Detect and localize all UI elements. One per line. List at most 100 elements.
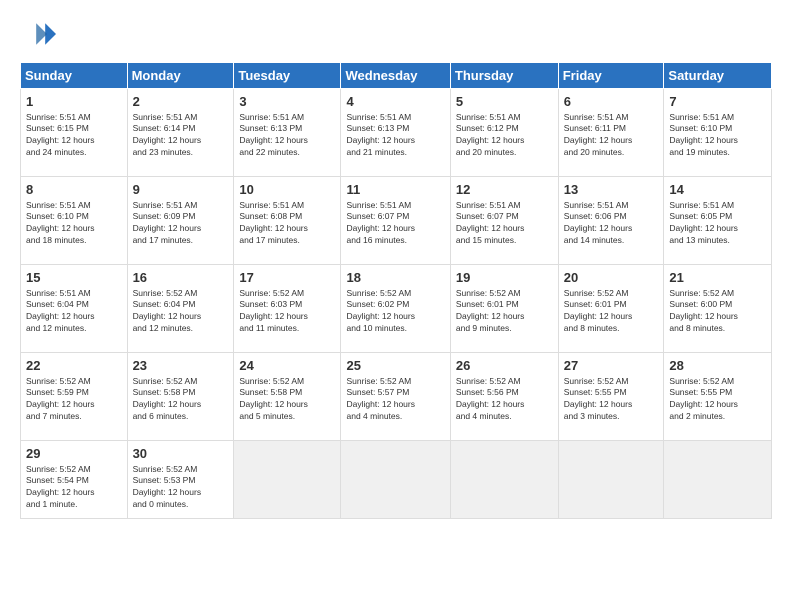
- weekday-header-monday: Monday: [127, 63, 234, 89]
- calendar-table: SundayMondayTuesdayWednesdayThursdayFrid…: [20, 62, 772, 519]
- day-info: Sunrise: 5:51 AMSunset: 6:08 PMDaylight:…: [239, 200, 335, 247]
- calendar-cell: 7Sunrise: 5:51 AMSunset: 6:10 PMDaylight…: [664, 89, 772, 177]
- weekday-header-wednesday: Wednesday: [341, 63, 450, 89]
- calendar-cell: 23Sunrise: 5:52 AMSunset: 5:58 PMDayligh…: [127, 353, 234, 441]
- calendar-week-5: 29Sunrise: 5:52 AMSunset: 5:54 PMDayligh…: [21, 441, 772, 519]
- calendar-cell: 9Sunrise: 5:51 AMSunset: 6:09 PMDaylight…: [127, 177, 234, 265]
- calendar-cell: 14Sunrise: 5:51 AMSunset: 6:05 PMDayligh…: [664, 177, 772, 265]
- day-number: 8: [26, 181, 122, 199]
- day-number: 18: [346, 269, 444, 287]
- day-info: Sunrise: 5:52 AMSunset: 6:02 PMDaylight:…: [346, 288, 444, 335]
- day-info: Sunrise: 5:52 AMSunset: 5:58 PMDaylight:…: [239, 376, 335, 423]
- day-info: Sunrise: 5:51 AMSunset: 6:11 PMDaylight:…: [564, 112, 659, 159]
- calendar-cell: 6Sunrise: 5:51 AMSunset: 6:11 PMDaylight…: [558, 89, 664, 177]
- day-number: 5: [456, 93, 553, 111]
- logo-icon: [20, 16, 56, 52]
- weekday-header-row: SundayMondayTuesdayWednesdayThursdayFrid…: [21, 63, 772, 89]
- day-number: 6: [564, 93, 659, 111]
- day-info: Sunrise: 5:52 AMSunset: 5:54 PMDaylight:…: [26, 464, 122, 511]
- day-number: 11: [346, 181, 444, 199]
- day-info: Sunrise: 5:52 AMSunset: 6:01 PMDaylight:…: [456, 288, 553, 335]
- calendar-cell: 1Sunrise: 5:51 AMSunset: 6:15 PMDaylight…: [21, 89, 128, 177]
- day-info: Sunrise: 5:51 AMSunset: 6:05 PMDaylight:…: [669, 200, 766, 247]
- page: SundayMondayTuesdayWednesdayThursdayFrid…: [0, 0, 792, 612]
- day-number: 20: [564, 269, 659, 287]
- day-number: 2: [133, 93, 229, 111]
- day-info: Sunrise: 5:52 AMSunset: 6:04 PMDaylight:…: [133, 288, 229, 335]
- calendar-cell: [664, 441, 772, 519]
- day-info: Sunrise: 5:52 AMSunset: 5:55 PMDaylight:…: [564, 376, 659, 423]
- calendar-week-1: 1Sunrise: 5:51 AMSunset: 6:15 PMDaylight…: [21, 89, 772, 177]
- day-number: 1: [26, 93, 122, 111]
- day-number: 16: [133, 269, 229, 287]
- day-info: Sunrise: 5:51 AMSunset: 6:13 PMDaylight:…: [346, 112, 444, 159]
- calendar-cell: 25Sunrise: 5:52 AMSunset: 5:57 PMDayligh…: [341, 353, 450, 441]
- day-info: Sunrise: 5:51 AMSunset: 6:04 PMDaylight:…: [26, 288, 122, 335]
- calendar-cell: 26Sunrise: 5:52 AMSunset: 5:56 PMDayligh…: [450, 353, 558, 441]
- calendar-cell: 2Sunrise: 5:51 AMSunset: 6:14 PMDaylight…: [127, 89, 234, 177]
- header: [20, 16, 772, 52]
- day-info: Sunrise: 5:52 AMSunset: 5:57 PMDaylight:…: [346, 376, 444, 423]
- day-info: Sunrise: 5:52 AMSunset: 5:55 PMDaylight:…: [669, 376, 766, 423]
- day-number: 7: [669, 93, 766, 111]
- calendar-cell: [558, 441, 664, 519]
- day-number: 19: [456, 269, 553, 287]
- day-info: Sunrise: 5:51 AMSunset: 6:07 PMDaylight:…: [456, 200, 553, 247]
- calendar-cell: 21Sunrise: 5:52 AMSunset: 6:00 PMDayligh…: [664, 265, 772, 353]
- day-number: 22: [26, 357, 122, 375]
- day-info: Sunrise: 5:51 AMSunset: 6:10 PMDaylight:…: [26, 200, 122, 247]
- day-info: Sunrise: 5:52 AMSunset: 5:53 PMDaylight:…: [133, 464, 229, 511]
- calendar-cell: [341, 441, 450, 519]
- day-info: Sunrise: 5:52 AMSunset: 6:03 PMDaylight:…: [239, 288, 335, 335]
- weekday-header-thursday: Thursday: [450, 63, 558, 89]
- calendar-cell: 24Sunrise: 5:52 AMSunset: 5:58 PMDayligh…: [234, 353, 341, 441]
- day-number: 4: [346, 93, 444, 111]
- day-number: 26: [456, 357, 553, 375]
- calendar-cell: 22Sunrise: 5:52 AMSunset: 5:59 PMDayligh…: [21, 353, 128, 441]
- calendar-cell: 17Sunrise: 5:52 AMSunset: 6:03 PMDayligh…: [234, 265, 341, 353]
- calendar-cell: 13Sunrise: 5:51 AMSunset: 6:06 PMDayligh…: [558, 177, 664, 265]
- day-number: 17: [239, 269, 335, 287]
- calendar-cell: 16Sunrise: 5:52 AMSunset: 6:04 PMDayligh…: [127, 265, 234, 353]
- weekday-header-saturday: Saturday: [664, 63, 772, 89]
- day-info: Sunrise: 5:51 AMSunset: 6:15 PMDaylight:…: [26, 112, 122, 159]
- calendar-cell: 15Sunrise: 5:51 AMSunset: 6:04 PMDayligh…: [21, 265, 128, 353]
- calendar-cell: 30Sunrise: 5:52 AMSunset: 5:53 PMDayligh…: [127, 441, 234, 519]
- calendar-cell: 29Sunrise: 5:52 AMSunset: 5:54 PMDayligh…: [21, 441, 128, 519]
- weekday-header-sunday: Sunday: [21, 63, 128, 89]
- calendar-cell: 19Sunrise: 5:52 AMSunset: 6:01 PMDayligh…: [450, 265, 558, 353]
- day-info: Sunrise: 5:51 AMSunset: 6:12 PMDaylight:…: [456, 112, 553, 159]
- calendar-cell: 11Sunrise: 5:51 AMSunset: 6:07 PMDayligh…: [341, 177, 450, 265]
- day-number: 29: [26, 445, 122, 463]
- calendar-cell: 27Sunrise: 5:52 AMSunset: 5:55 PMDayligh…: [558, 353, 664, 441]
- logo: [20, 16, 60, 52]
- day-info: Sunrise: 5:52 AMSunset: 6:00 PMDaylight:…: [669, 288, 766, 335]
- calendar-cell: 20Sunrise: 5:52 AMSunset: 6:01 PMDayligh…: [558, 265, 664, 353]
- day-info: Sunrise: 5:52 AMSunset: 5:58 PMDaylight:…: [133, 376, 229, 423]
- calendar-week-2: 8Sunrise: 5:51 AMSunset: 6:10 PMDaylight…: [21, 177, 772, 265]
- day-number: 24: [239, 357, 335, 375]
- calendar-cell: 5Sunrise: 5:51 AMSunset: 6:12 PMDaylight…: [450, 89, 558, 177]
- day-info: Sunrise: 5:52 AMSunset: 6:01 PMDaylight:…: [564, 288, 659, 335]
- calendar-cell: 18Sunrise: 5:52 AMSunset: 6:02 PMDayligh…: [341, 265, 450, 353]
- day-number: 13: [564, 181, 659, 199]
- day-info: Sunrise: 5:51 AMSunset: 6:14 PMDaylight:…: [133, 112, 229, 159]
- day-number: 15: [26, 269, 122, 287]
- day-info: Sunrise: 5:52 AMSunset: 5:56 PMDaylight:…: [456, 376, 553, 423]
- calendar-cell: [450, 441, 558, 519]
- day-number: 3: [239, 93, 335, 111]
- day-number: 14: [669, 181, 766, 199]
- calendar-cell: 28Sunrise: 5:52 AMSunset: 5:55 PMDayligh…: [664, 353, 772, 441]
- calendar-week-3: 15Sunrise: 5:51 AMSunset: 6:04 PMDayligh…: [21, 265, 772, 353]
- weekday-header-tuesday: Tuesday: [234, 63, 341, 89]
- day-number: 23: [133, 357, 229, 375]
- calendar-cell: 12Sunrise: 5:51 AMSunset: 6:07 PMDayligh…: [450, 177, 558, 265]
- day-info: Sunrise: 5:51 AMSunset: 6:13 PMDaylight:…: [239, 112, 335, 159]
- day-info: Sunrise: 5:51 AMSunset: 6:07 PMDaylight:…: [346, 200, 444, 247]
- day-info: Sunrise: 5:51 AMSunset: 6:10 PMDaylight:…: [669, 112, 766, 159]
- calendar-week-4: 22Sunrise: 5:52 AMSunset: 5:59 PMDayligh…: [21, 353, 772, 441]
- weekday-header-friday: Friday: [558, 63, 664, 89]
- day-number: 30: [133, 445, 229, 463]
- calendar-cell: 10Sunrise: 5:51 AMSunset: 6:08 PMDayligh…: [234, 177, 341, 265]
- day-info: Sunrise: 5:51 AMSunset: 6:06 PMDaylight:…: [564, 200, 659, 247]
